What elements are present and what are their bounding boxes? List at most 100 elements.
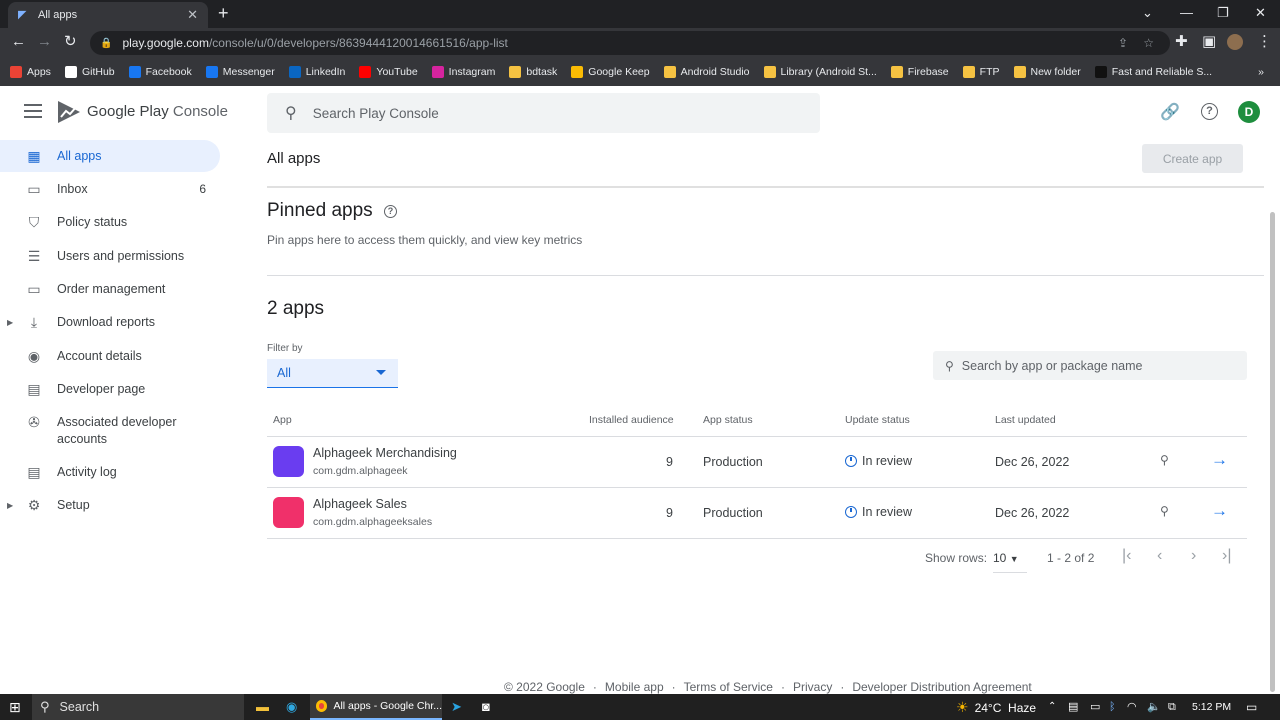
tab-search-icon[interactable]: ⌄: [1142, 5, 1153, 21]
footer-link-privacy[interactable]: Privacy: [793, 680, 832, 694]
arrow-right-icon[interactable]: →: [1211, 450, 1228, 470]
browser-menu-icon[interactable]: ⋮: [1257, 34, 1272, 50]
footer-separator: ·: [592, 680, 597, 694]
menu-icon[interactable]: [24, 104, 42, 118]
bookmark-linkedin[interactable]: LinkedIn: [288, 66, 345, 78]
sidebar-item-activity-log[interactable]: ▤ Activity log: [0, 456, 220, 488]
bookmark-youtube[interactable]: YouTube: [359, 66, 418, 78]
sidebar-item-account-details[interactable]: ◉ Account details: [0, 340, 220, 372]
taskbar-chrome-window[interactable]: All apps - Google Chr...: [310, 694, 442, 720]
sidebar-item-policy-status[interactable]: ⛉ Policy status: [0, 206, 220, 238]
reload-icon[interactable]: ↻: [64, 34, 77, 50]
pin-icon[interactable]: ⚲: [1160, 453, 1169, 467]
chevron-down-icon: [376, 370, 386, 375]
share-icon[interactable]: ⇪: [1118, 36, 1128, 50]
edge-icon[interactable]: ◉: [286, 699, 297, 715]
bookmark-github[interactable]: GitHub: [64, 66, 115, 78]
browser-toolbar: ← → ↻ 🔒 play.google.com/console/u/0/deve…: [0, 28, 1280, 58]
app-name[interactable]: Alphageek Merchandising: [313, 446, 457, 460]
restore-icon[interactable]: ❐: [1217, 5, 1229, 21]
tray-icon[interactable]: ▤: [1068, 699, 1078, 715]
bookmarks-bar: Apps GitHub Facebook Messenger LinkedIn YouTu…: [0, 58, 1280, 86]
download-icon: ⤓: [30, 313, 38, 330]
app-status: Production: [703, 455, 763, 469]
footer-link-terms-of-service[interactable]: Terms of Service: [684, 680, 773, 694]
pin-icon[interactable]: ⚲: [1160, 504, 1169, 518]
footer-link-mobile-app[interactable]: Mobile app: [605, 680, 664, 694]
sidebar-item-download-reports[interactable]: ▶ ⤓ Download reports: [0, 306, 220, 338]
bookmark-new-folder[interactable]: New folder: [1013, 66, 1081, 78]
close-window-icon[interactable]: ✕: [1255, 5, 1266, 21]
new-tab-icon[interactable]: +: [218, 4, 229, 22]
sidebar-item-all-apps[interactable]: ▦ All apps: [0, 140, 220, 172]
expand-caret-icon[interactable]: ▶: [7, 501, 13, 510]
next-page-icon[interactable]: ›: [1191, 547, 1196, 565]
sidebar-item-users-and-permissions[interactable]: ☰ Users and permissions: [0, 240, 220, 272]
bookmark-facebook[interactable]: Facebook: [128, 66, 192, 78]
app-name[interactable]: Alphageek Sales: [313, 497, 407, 511]
bookmark-messenger[interactable]: Messenger: [205, 66, 275, 78]
notifications-icon[interactable]: ▭: [1246, 699, 1257, 715]
table-row[interactable]: Alphageek Merchandising com.gdm.alphageek…: [267, 437, 1247, 487]
section-divider: [267, 275, 1264, 276]
bookmark-star-icon[interactable]: ☆: [1143, 36, 1154, 50]
link-icon[interactable]: 🔗: [1160, 102, 1180, 122]
wifi-icon[interactable]: ◠: [1127, 699, 1137, 715]
side-panel-icon[interactable]: ▣: [1202, 34, 1216, 50]
arrow-right-icon[interactable]: →: [1211, 501, 1228, 521]
extensions-icon[interactable]: ✚: [1175, 34, 1188, 50]
account-avatar[interactable]: D: [1238, 101, 1260, 123]
bookmark-apps[interactable]: Apps: [10, 66, 51, 78]
bookmark-fast-and-reliable-s[interactable]: Fast and Reliable S...: [1094, 66, 1212, 78]
bluetooth-icon[interactable]: ᛒ: [1109, 699, 1116, 715]
windows-start-icon[interactable]: ⊞: [9, 699, 21, 715]
telegram-icon[interactable]: ➤: [451, 699, 462, 715]
browser-tab[interactable]: ◤ All apps ✕: [8, 2, 208, 28]
footer-link-developer-distribution-agreement[interactable]: Developer Distribution Agreement: [852, 680, 1031, 694]
bookmark-google-keep[interactable]: Google Keep: [571, 66, 650, 78]
create-app-button[interactable]: Create app: [1142, 144, 1243, 173]
help-circle-icon[interactable]: ?: [384, 205, 397, 218]
previous-page-icon[interactable]: ‹: [1157, 547, 1162, 565]
filter-select[interactable]: All: [267, 359, 398, 388]
help-icon[interactable]: ?: [1201, 103, 1218, 120]
bookmark-firebase[interactable]: Firebase: [890, 66, 949, 78]
chevron-up-icon[interactable]: ⌃: [1048, 699, 1056, 715]
console-search-placeholder: Search Play Console: [312, 105, 439, 121]
profile-avatar[interactable]: [1227, 34, 1243, 50]
minimize-icon[interactable]: —: [1180, 5, 1193, 20]
sidebar-item-order-management[interactable]: ▭ Order management: [0, 273, 220, 305]
taskbar-search[interactable]: ⚲ Search: [32, 694, 244, 720]
forward-icon[interactable]: →: [37, 34, 52, 50]
weather-widget[interactable]: ☀ 24°C Haze: [956, 699, 1036, 716]
table-row[interactable]: Alphageek Sales com.gdm.alphageeksales 9 Pr…: [267, 488, 1247, 538]
page-scrollbar[interactable]: [1270, 212, 1275, 692]
more-bookmarks-icon[interactable]: »: [1258, 66, 1264, 78]
address-bar[interactable]: 🔒 play.google.com/console/u/0/developers…: [90, 31, 1170, 55]
rows-per-page-select[interactable]: 10 ▼: [993, 551, 1027, 573]
bookmark-instagram[interactable]: Instagram: [431, 66, 495, 78]
url-path: /console/u/0/developers/8639444120014661…: [208, 36, 508, 50]
bookmark-library-android-st[interactable]: Library (Android St...: [763, 66, 877, 78]
bookmark-android-studio[interactable]: Android Studio: [663, 66, 750, 78]
language-icon[interactable]: ⧉: [1168, 699, 1176, 715]
close-tab-icon[interactable]: ✕: [187, 7, 198, 23]
console-search-input[interactable]: ⚲ Search Play Console: [267, 93, 820, 133]
app-search-input[interactable]: ⚲ Search by app or package name: [933, 351, 1247, 380]
bookmark-label: Facebook: [145, 66, 192, 78]
sidebar-item-associated-developer-accounts[interactable]: ✇ Associated developer accounts: [0, 406, 220, 456]
volume-icon[interactable]: 🔈: [1147, 699, 1161, 715]
bookmark-label: New folder: [1030, 66, 1081, 78]
back-icon[interactable]: ←: [11, 34, 26, 50]
sidebar-item-developer-page[interactable]: ▤ Developer page: [0, 373, 220, 405]
bookmark-ftp[interactable]: FTP: [962, 66, 1000, 78]
battery-icon[interactable]: ▭: [1090, 699, 1100, 715]
bookmark-bdtask[interactable]: bdtask: [509, 66, 557, 78]
app-icon[interactable]: ◙: [482, 699, 490, 715]
first-page-icon[interactable]: |‹: [1122, 547, 1131, 565]
sidebar-item-setup[interactable]: ▶ ⚙ Setup: [0, 489, 220, 521]
last-page-icon[interactable]: ›|: [1222, 547, 1231, 565]
expand-caret-icon[interactable]: ▶: [7, 318, 13, 327]
file-explorer-icon[interactable]: ▬: [256, 699, 269, 715]
sidebar-item-inbox[interactable]: ▭ Inbox 6: [0, 173, 220, 205]
